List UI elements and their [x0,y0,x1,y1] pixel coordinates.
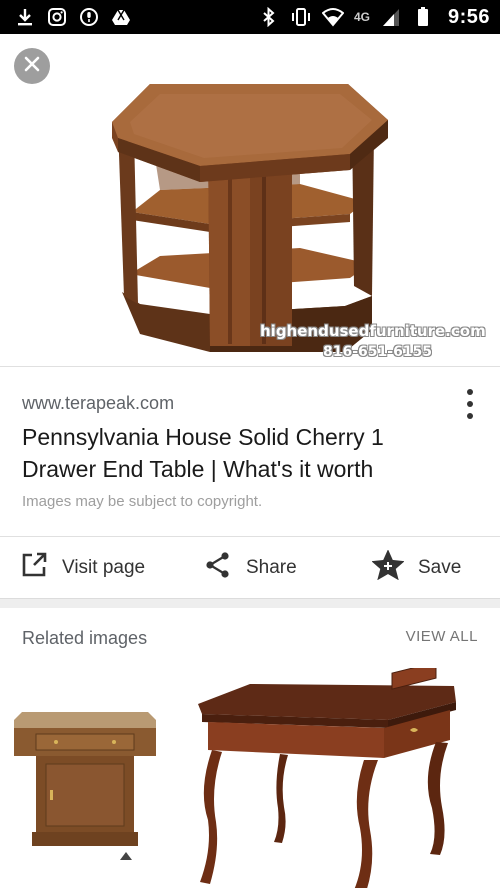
drive-icon [110,6,132,28]
open-external-icon [20,551,48,585]
visit-page-button[interactable]: Visit page [20,537,145,598]
action-bar: Visit page Share Save [0,536,500,598]
battery-icon [412,6,434,28]
result-title[interactable]: Pennsylvania House Solid Cherry 1 Drawer… [22,421,442,485]
octagonal-end-table-image [112,84,388,352]
signal-icon [380,6,402,28]
close-icon [24,56,40,77]
result-info-panel: www.terapeak.com Pennsylvania House Soli… [0,366,500,536]
save-button[interactable]: Save [371,537,462,598]
watermark-url: highendusedfurniture.com [260,322,486,340]
star-plus-icon [371,548,405,586]
section-divider [0,598,500,608]
share-button[interactable]: Share [204,537,297,598]
podcast-icon [78,6,100,28]
share-label: Share [246,556,297,578]
bluetooth-icon [258,6,280,28]
more-dot [467,413,473,419]
related-image-thumbnail[interactable] [188,661,488,888]
instagram-icon [46,6,68,28]
download-icon [14,6,36,28]
more-dot [467,389,473,395]
vibrate-icon [290,6,312,28]
hero-image[interactable]: highendusedfurniture.com 816-651-6155 [0,34,500,366]
status-bar-right: 4G 9:56 [258,6,490,29]
network-type: 4G [353,10,370,24]
clock: 9:56 [447,5,490,28]
status-bar: 4G 9:56 [0,0,500,34]
related-images-title: Related images [22,628,148,648]
related-image-thumbnail[interactable] [8,672,168,888]
nightstand-image [14,712,156,860]
more-dot [467,401,473,407]
save-label: Save [418,556,462,578]
more-options-button[interactable] [462,387,478,421]
close-button[interactable] [14,48,50,84]
share-icon [204,551,232,585]
visit-page-label: Visit page [62,556,146,578]
view-all-link[interactable]: VIEW ALL [406,628,478,645]
related-images-section: Related images VIEW ALL [0,608,500,888]
wifi-icon [321,6,344,28]
source-domain[interactable]: www.terapeak.com [22,393,174,414]
queen-anne-table-image [198,661,456,888]
copyright-notice: Images may be subject to copyright. [22,493,263,510]
watermark-phone: 816-651-6155 [323,344,433,360]
status-bar-left [14,6,132,28]
